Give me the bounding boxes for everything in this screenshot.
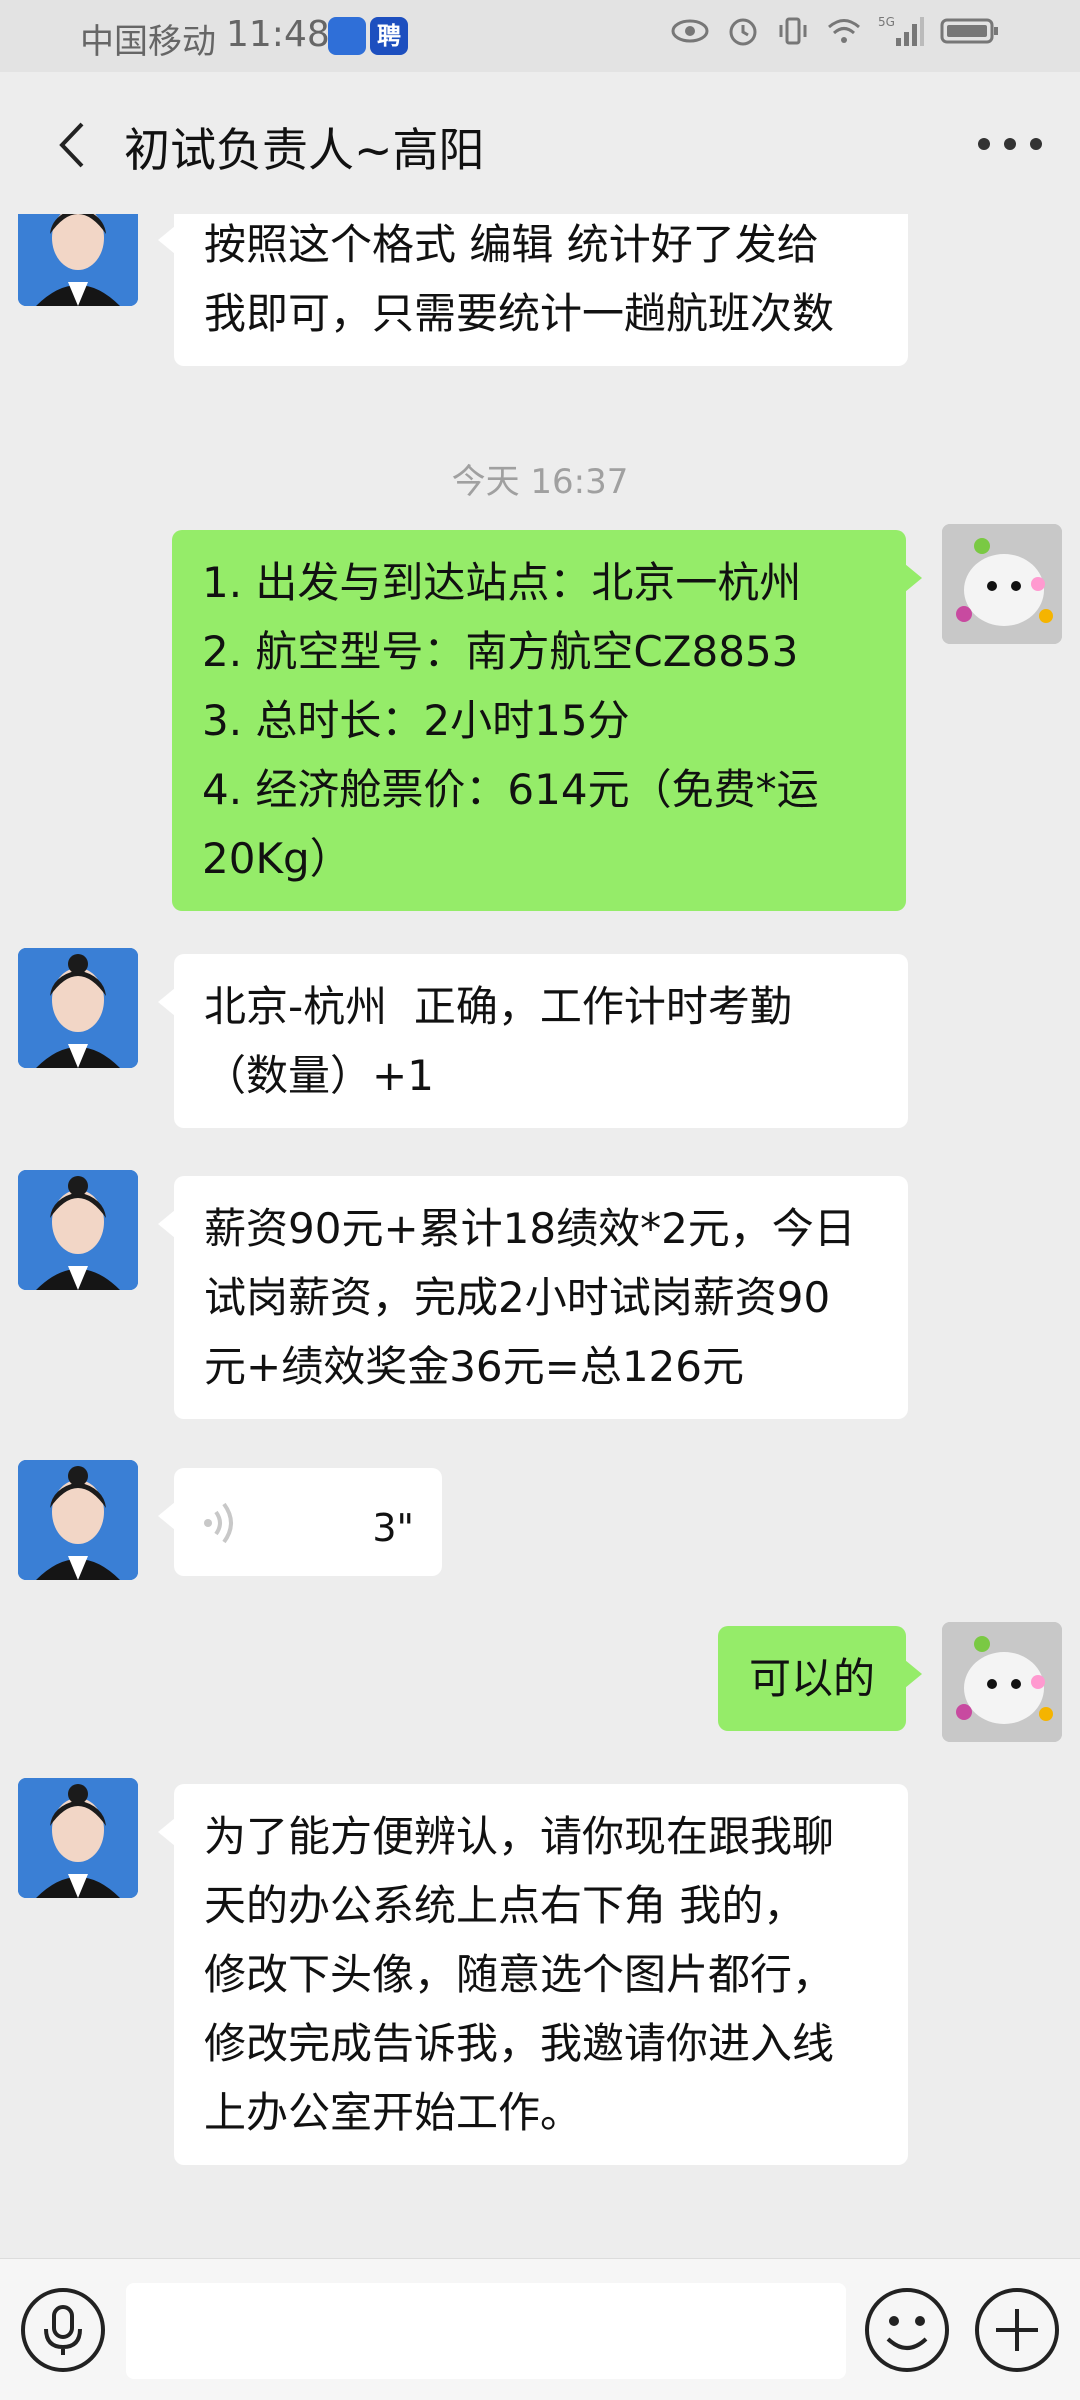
person-avatar-icon <box>18 948 138 1068</box>
signal-5g-icon: 5G <box>878 15 924 46</box>
message-bubble[interactable]: 为了能方便辨认，请你现在跟我聊 天的办公系统上点右下角 我的， 修改下头像，随意… <box>158 1784 908 2165</box>
person-avatar-icon <box>18 1778 138 1898</box>
voice-wave-icon <box>204 1502 233 1544</box>
contact-avatar[interactable] <box>18 948 138 1068</box>
more-functions-button[interactable] <box>972 2285 1062 2375</box>
contact-avatar[interactable] <box>18 1170 138 1290</box>
battery-icon <box>940 18 998 44</box>
person-avatar-icon <box>18 1460 138 1580</box>
voice-duration: 3" <box>372 1506 414 1550</box>
chat-message-list[interactable]: 按照这个格式 编辑 统计好了发给 我即可，只需要统计一趟航班次数 今天 16:3… <box>0 214 1080 2258</box>
message-bubble-mine[interactable]: 1. 出发与到达站点：北京一杭州 2. 航空型号：南方航空CZ8853 3. 总… <box>172 530 922 911</box>
message-input[interactable] <box>126 2283 846 2379</box>
chat-title: 初试负责人~高阳 <box>124 123 485 177</box>
clock-time: 11:48 <box>226 14 330 55</box>
input-bar <box>0 2258 1080 2400</box>
chat-header: 初试负责人~高阳 <box>0 72 1080 214</box>
contact-avatar[interactable] <box>18 214 138 306</box>
message-bubble[interactable]: 北京-杭州 正确，工作计时考勤 （数量）+1 <box>158 954 908 1128</box>
recruit-app-notification-icon: 聘 <box>370 17 408 55</box>
my-avatar[interactable] <box>942 524 1062 644</box>
message-bubble[interactable]: 按照这个格式 编辑 统计好了发给 我即可，只需要统计一趟航班次数 <box>158 214 908 366</box>
wifi-icon <box>828 19 860 43</box>
more-options-button[interactable] <box>970 124 1050 164</box>
contact-avatar[interactable] <box>18 1460 138 1580</box>
app-notification-icon <box>328 17 366 55</box>
message-bubble[interactable]: 薪资90元+累计18绩效*2元，今日 试岗薪资，完成2小时试岗薪资90 元+绩效… <box>158 1176 908 1419</box>
voice-input-button[interactable] <box>18 2285 108 2375</box>
carrier-label: 中国移动 <box>80 22 216 62</box>
person-avatar-icon <box>18 1170 138 1290</box>
voice-message-bubble[interactable]: 3" <box>158 1468 442 1576</box>
status-bar: 中国移动 11:48 聘 5G <box>0 0 1080 72</box>
message-bubble-mine[interactable]: 可以的 <box>718 1626 922 1731</box>
message-timestamp: 今天 16:37 <box>451 462 629 502</box>
svg-text:5G: 5G <box>878 15 895 29</box>
eye-icon <box>671 19 709 43</box>
person-avatar-icon <box>18 214 138 306</box>
alarm-icon <box>729 18 757 46</box>
plush-toy-avatar-icon <box>942 1622 1062 1742</box>
plush-toy-avatar-icon <box>942 524 1062 644</box>
vibrate-icon <box>779 17 807 45</box>
back-button[interactable] <box>52 118 92 172</box>
my-avatar[interactable] <box>942 1622 1062 1742</box>
contact-avatar[interactable] <box>18 1778 138 1898</box>
status-icons: 5G <box>670 14 1000 48</box>
emoji-button[interactable] <box>862 2285 952 2375</box>
